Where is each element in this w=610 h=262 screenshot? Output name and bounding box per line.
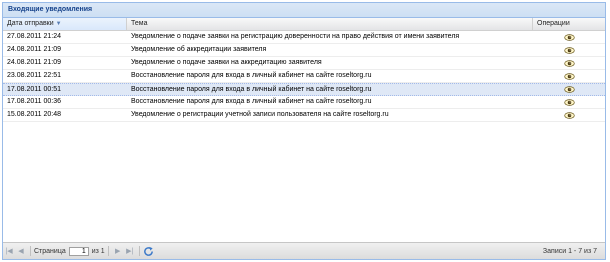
- cell-operations: [533, 57, 605, 69]
- column-header-date-label: Дата отправки: [7, 20, 54, 27]
- cell-date: 24.08.2011 21:09: [7, 59, 61, 66]
- cell-date: 17.08.2011 00:36: [7, 98, 61, 105]
- cell-operations: [533, 84, 605, 95]
- table-row[interactable]: 17.08.2011 00:51 Восстановление пароля дл…: [3, 83, 605, 96]
- toolbar-separator: [30, 246, 31, 256]
- table-row[interactable]: 23.08.2011 22:51 Восстановление пароля дл…: [3, 70, 605, 83]
- table-row[interactable]: 17.08.2011 00:36 Восстановление пароля дл…: [3, 96, 605, 109]
- table-row[interactable]: 24.08.2011 21:09 Уведомление об аккредита…: [3, 44, 605, 57]
- toolbar-separator: [107, 246, 109, 256]
- page-count-label: из 1: [91, 247, 105, 255]
- page-number-input[interactable]: [68, 246, 89, 256]
- cell-operations: [533, 31, 605, 43]
- column-header-topic[interactable]: Тема: [127, 18, 533, 30]
- toolbar-separator: [138, 246, 140, 256]
- next-page-icon[interactable]: ▶: [112, 247, 124, 255]
- cell-topic: Уведомление о подаче заявки на регистрац…: [131, 33, 460, 40]
- table-row[interactable]: 24.08.2011 21:09 Уведомление о подаче зая…: [3, 57, 605, 70]
- cell-topic: Восстановление пароля для входа в личный…: [131, 98, 372, 105]
- page-label: Страница: [34, 247, 66, 255]
- last-page-icon[interactable]: ▶|: [124, 247, 136, 255]
- cell-operations: [533, 96, 605, 108]
- view-icon[interactable]: [563, 98, 575, 106]
- cell-topic: Уведомление о регистрации учетной записи…: [131, 111, 389, 118]
- view-icon[interactable]: [563, 59, 575, 67]
- grid-header: Дата отправки ▼ Тема Операции: [3, 18, 605, 31]
- cell-date: 15.08.2011 20:48: [7, 111, 61, 118]
- grid-body: 27.08.2011 21:24 Уведомление о подаче зая…: [3, 31, 605, 244]
- records-info: Записи 1 - 7 из 7: [542, 247, 597, 255]
- cell-topic: Восстановление пароля для входа в личный…: [131, 86, 372, 93]
- cell-operations: [533, 44, 605, 56]
- column-header-date[interactable]: Дата отправки ▼: [3, 18, 127, 30]
- cell-topic: Восстановление пароля для входа в личный…: [131, 72, 372, 79]
- cell-topic: Уведомление об аккредитации заявителя: [131, 46, 267, 53]
- cell-date: 23.08.2011 22:51: [7, 72, 61, 79]
- view-icon[interactable]: [563, 33, 575, 41]
- table-row[interactable]: 15.08.2011 20:48 Уведомление о регистраци…: [3, 109, 605, 122]
- view-icon[interactable]: [563, 111, 575, 119]
- cell-date: 27.08.2011 21:24: [7, 33, 61, 40]
- table-row[interactable]: 27.08.2011 21:24 Уведомление о подаче зая…: [3, 31, 605, 44]
- paging-toolbar: |◀ ◀ Страница из 1 ▶ ▶| Записи 1 - 7 из …: [3, 242, 605, 259]
- sort-desc-icon: ▼: [55, 21, 62, 27]
- cell-date: 24.08.2011 21:09: [7, 46, 61, 53]
- prev-page-icon[interactable]: ◀: [15, 247, 27, 255]
- cell-operations: [533, 70, 605, 82]
- refresh-icon[interactable]: [143, 246, 154, 257]
- incoming-notifications-panel: Входящие уведомления Дата отправки ▼ Тема…: [2, 2, 606, 260]
- first-page-icon[interactable]: |◀: [3, 247, 15, 255]
- view-icon[interactable]: [563, 72, 575, 80]
- cell-date: 17.08.2011 00:51: [7, 86, 61, 93]
- panel-title: Входящие уведомления: [3, 3, 605, 18]
- view-icon[interactable]: [563, 86, 575, 93]
- cell-topic: Уведомление о подаче заявки на аккредита…: [131, 59, 322, 66]
- cell-operations: [533, 109, 605, 121]
- column-header-operations[interactable]: Операции: [533, 18, 605, 30]
- view-icon[interactable]: [563, 46, 575, 54]
